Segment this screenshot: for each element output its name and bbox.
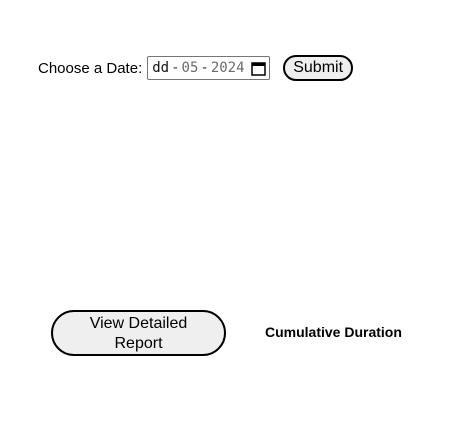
date-year-segment[interactable]: 2024 [211, 60, 245, 76]
calendar-icon[interactable] [251, 61, 266, 76]
date-month-segment[interactable]: 05 [182, 60, 199, 76]
submit-button[interactable]: Submit [283, 55, 354, 81]
date-separator: - [200, 60, 209, 76]
view-detailed-report-button[interactable]: View Detailed Report [51, 310, 226, 356]
cumulative-duration-label: Cumulative Duration [265, 324, 402, 340]
date-picker-row: Choose a Date: dd - 05 - 2024 Submit [38, 55, 354, 81]
date-label: Choose a Date: [38, 59, 143, 77]
date-separator: - [171, 60, 180, 76]
date-input[interactable]: dd - 05 - 2024 [147, 56, 271, 80]
date-day-segment[interactable]: dd [152, 60, 169, 76]
